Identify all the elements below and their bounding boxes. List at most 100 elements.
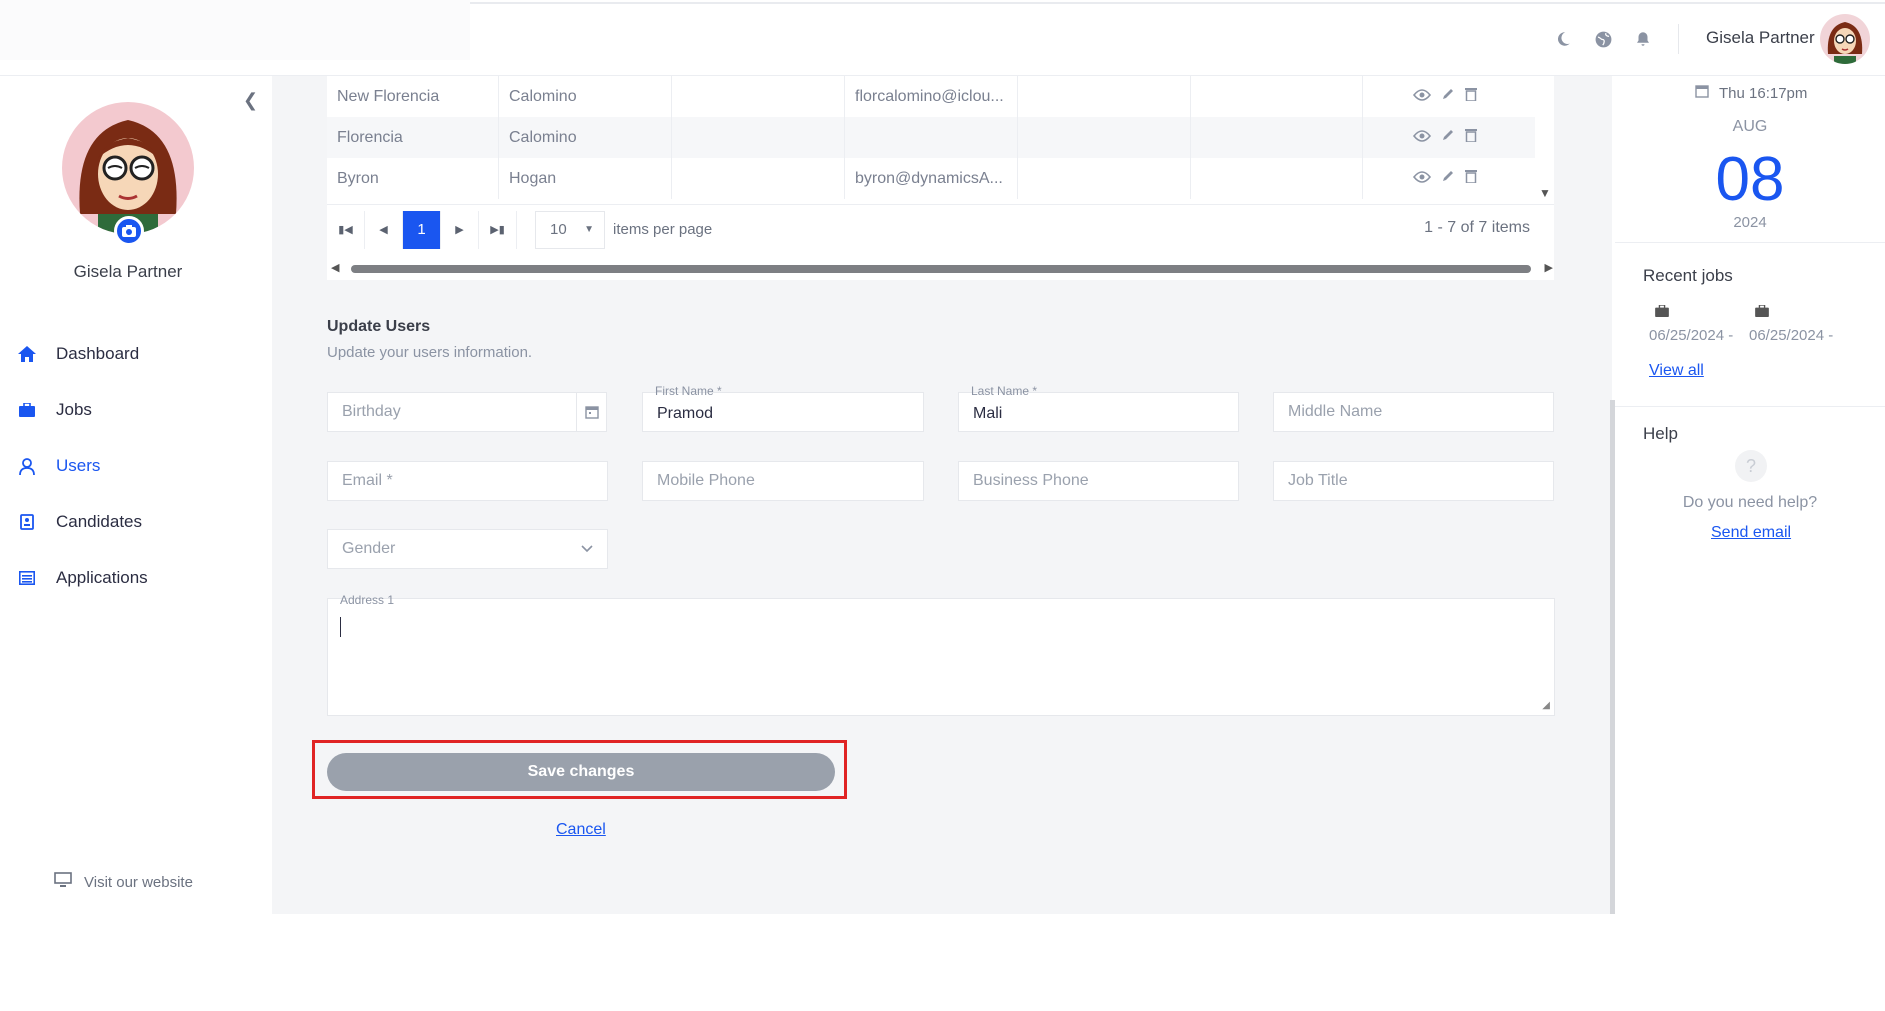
page-summary: 1 - 7 of 7 items <box>1424 219 1530 236</box>
recent-jobs-title: Recent jobs <box>1643 266 1733 285</box>
page-button[interactable]: 1 <box>403 210 441 249</box>
moon-icon[interactable] <box>1550 26 1576 52</box>
pagination: ▮◀ ◀ 1 ▶ ▶▮ 10 ▼ items per page 1 - 7 of… <box>327 204 1554 254</box>
sidebar-item-applications[interactable]: Applications <box>16 550 148 606</box>
users-table: New Florencia Calomino florcalomino@iclo… <box>327 76 1554 280</box>
calendar-icon <box>1695 84 1709 102</box>
first-page-icon[interactable]: ▮◀ <box>327 210 365 249</box>
cell-empty <box>672 117 845 158</box>
date-year: 2024 <box>1733 214 1767 231</box>
pencil-icon[interactable] <box>1441 169 1455 188</box>
send-email-link[interactable]: Send email <box>1711 524 1791 542</box>
trash-icon[interactable] <box>1465 87 1477 106</box>
sidebar: ❮ Gisela Partner Dashboard Jobs Users Ca… <box>0 76 272 914</box>
pencil-icon[interactable] <box>1441 128 1455 147</box>
cancel-link[interactable]: Cancel <box>556 821 606 839</box>
cell-last-name: Calomino <box>499 76 672 117</box>
cell-empty <box>672 158 845 199</box>
horizontal-scrollbar[interactable]: ◀ ▶ <box>331 262 1553 276</box>
eye-icon[interactable] <box>1412 170 1432 188</box>
sidebar-user-name: Gisela Partner <box>73 262 183 281</box>
scroll-down-arrow-icon[interactable]: ▼ <box>1539 186 1551 200</box>
last-name-label: Last Name * <box>971 384 1038 398</box>
prev-page-icon[interactable]: ◀ <box>365 210 403 249</box>
eye-icon[interactable] <box>1412 129 1432 147</box>
scroll-right-arrow-icon[interactable]: ▶ <box>1545 261 1553 274</box>
business-phone-placeholder: Business Phone <box>973 472 1089 489</box>
middle-name-field[interactable]: Middle Name <box>1273 392 1554 432</box>
cell-empty <box>1018 76 1191 117</box>
panel-divider <box>1615 406 1885 407</box>
job-title-field[interactable]: Job Title <box>1273 461 1554 501</box>
date-month: AUG <box>1732 118 1768 135</box>
table-row[interactable]: Byron Hogan byron@dynamicsA... <box>327 158 1535 199</box>
cell-last-name: Hogan <box>499 158 672 199</box>
badge-icon <box>16 511 38 533</box>
recent-job-item[interactable]: 06/25/2024 - <box>1749 304 1833 344</box>
email-field[interactable]: Email * <box>327 461 608 501</box>
avatar[interactable] <box>1820 14 1870 64</box>
row-actions <box>1363 76 1477 117</box>
cell-email: florcalomino@iclou... <box>845 76 1018 117</box>
sidebar-nav: Dashboard Jobs Users Candidates Applicat… <box>16 326 148 606</box>
profile-avatar[interactable] <box>62 102 194 234</box>
pencil-icon[interactable] <box>1441 87 1455 106</box>
table-row[interactable]: Florencia Calomino <box>327 117 1535 158</box>
section-title: Update Users <box>327 318 431 335</box>
trash-icon[interactable] <box>1465 128 1477 147</box>
gender-select[interactable]: Gender <box>327 529 608 569</box>
sidebar-item-jobs[interactable]: Jobs <box>16 382 148 438</box>
address-label: Address 1 <box>340 593 395 607</box>
last-name-field[interactable]: Last Name * Mali <box>958 384 1239 432</box>
last-page-icon[interactable]: ▶▮ <box>479 210 517 249</box>
top-divider <box>470 2 1885 4</box>
sidebar-item-users[interactable]: Users <box>16 438 148 494</box>
chevron-left-icon[interactable]: ❮ <box>243 90 258 111</box>
birthday-field[interactable]: Birthday <box>327 392 607 432</box>
top-bar: Gisela Partner <box>0 0 1885 76</box>
globe-icon[interactable] <box>1590 26 1616 52</box>
next-page-icon[interactable]: ▶ <box>441 210 479 249</box>
monitor-icon <box>54 872 72 892</box>
per-page-value: 10 <box>550 221 567 238</box>
trash-icon[interactable] <box>1465 169 1477 188</box>
middle-name-placeholder: Middle Name <box>1288 403 1383 420</box>
sidebar-item-candidates[interactable]: Candidates <box>16 494 148 550</box>
eye-icon[interactable] <box>1412 88 1432 106</box>
visit-website-link[interactable]: Visit our website <box>54 872 193 892</box>
mobile-phone-field[interactable]: Mobile Phone <box>642 461 924 501</box>
table-row[interactable]: New Florencia Calomino florcalomino@iclo… <box>327 76 1535 117</box>
business-phone-field[interactable]: Business Phone <box>958 461 1239 501</box>
resize-handle-icon[interactable]: ◢ <box>1542 700 1550 711</box>
top-user-name[interactable]: Gisela Partner <box>1706 28 1815 48</box>
date-line: Thu 16:17pm <box>1695 84 1807 102</box>
cell-empty <box>1191 117 1363 158</box>
scroll-left-arrow-icon[interactable]: ◀ <box>331 261 339 274</box>
list-icon <box>16 567 38 589</box>
sidebar-item-dashboard[interactable]: Dashboard <box>16 326 148 382</box>
view-all-link[interactable]: View all <box>1649 362 1704 380</box>
save-button[interactable]: Save changes <box>327 753 835 791</box>
row-actions <box>1363 117 1477 158</box>
scrollbar-thumb[interactable] <box>351 265 1531 273</box>
briefcase-icon <box>1655 304 1733 321</box>
recent-job-item[interactable]: 06/25/2024 - <box>1649 304 1733 344</box>
panel-divider <box>1615 242 1885 243</box>
bell-icon[interactable] <box>1630 26 1656 52</box>
cell-empty <box>672 76 845 117</box>
sidebar-item-label: Applications <box>56 568 148 587</box>
recent-job-date: 06/25/2024 - <box>1749 327 1834 344</box>
first-name-field[interactable]: First Name * Pramod <box>642 384 924 432</box>
camera-icon[interactable] <box>114 216 144 246</box>
per-page-select[interactable]: 10 ▼ <box>535 210 605 249</box>
address-textarea[interactable]: Address 1 ◢ <box>327 593 1555 716</box>
date-time-text: Thu 16:17pm <box>1719 84 1808 102</box>
caret-down-icon: ▼ <box>584 224 594 235</box>
chevron-down-icon <box>581 540 593 558</box>
first-name-value: Pramod <box>657 405 714 422</box>
last-name-value: Mali <box>973 405 1003 422</box>
cell-email: byron@dynamicsA... <box>845 158 1018 199</box>
calendar-icon[interactable] <box>576 393 606 431</box>
question-icon: ? <box>1735 450 1767 482</box>
visit-website-label: Visit our website <box>84 873 193 891</box>
